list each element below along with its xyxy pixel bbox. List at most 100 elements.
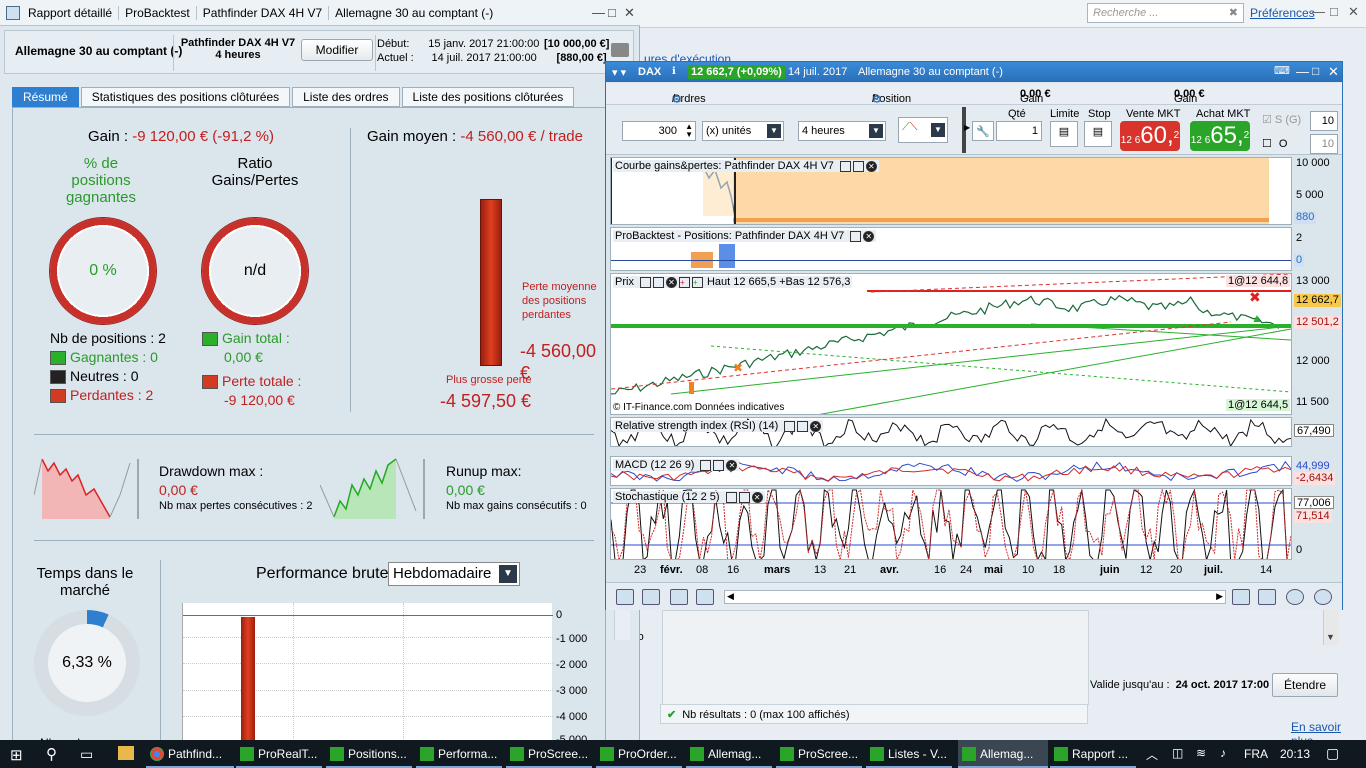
taskbar-item[interactable]: Pathfind... (146, 740, 234, 768)
report-tabs: Résumé Statistiques des positions clôtur… (12, 87, 576, 107)
list-icon[interactable] (670, 589, 688, 605)
weekly-loss-bar (241, 617, 255, 747)
o-checkbox[interactable]: ☐ O (1262, 137, 1287, 150)
scroll-down-icon[interactable]: ▼ (1326, 632, 1335, 642)
printer-icon[interactable] (611, 43, 629, 57)
results-bar: ✔ Nb résultats : 0 (max 100 affichés) (660, 704, 1088, 724)
taskbar-item[interactable]: Rapport ... (1050, 740, 1136, 768)
qty-input[interactable]: 1 (996, 121, 1042, 141)
clear-search-icon[interactable]: ✖ (1229, 6, 1238, 19)
settings-icon[interactable] (696, 589, 714, 605)
search-icon[interactable]: ⚲ (46, 745, 57, 763)
taskbar-item[interactable]: Positions... (326, 740, 412, 768)
backtest-icon[interactable] (642, 589, 660, 605)
taskbar-item[interactable]: ProOrder... (596, 740, 682, 768)
taskbar: ⊞ ⚲ ▭ Pathfind... ProRealT... Positions.… (0, 740, 1366, 768)
wifi-icon[interactable]: ≋ (1196, 746, 1206, 760)
clock[interactable]: 20:13 (1280, 747, 1310, 761)
units-select[interactable]: (x) unités ▼ (702, 121, 784, 141)
symbol-label[interactable]: DAX (638, 66, 661, 78)
buy-market-button[interactable]: 12 665,2 (1190, 121, 1250, 151)
window-icon (713, 459, 725, 471)
network-icon[interactable]: ◫ (1172, 746, 1183, 760)
language-indicator[interactable]: FRA (1244, 747, 1268, 761)
taskbar-item[interactable]: Listes - V... (866, 740, 952, 768)
preferences-link[interactable]: Préférences (1250, 6, 1315, 20)
volume-icon[interactable]: ♪ (1220, 746, 1226, 760)
minimize-icon[interactable]: — (1296, 64, 1309, 79)
stoch-k-tag: 77,006 (1294, 496, 1334, 509)
period-select[interactable]: Hebdomadaire ▼ (388, 562, 520, 586)
collapse-icon[interactable]: ▶ (964, 123, 970, 132)
price-ohlc-info: Haut 12 665,5 +Bas 12 576,3 (706, 276, 851, 288)
tab-closed-stats[interactable]: Statistiques des positions clôturées (80, 87, 291, 107)
taskbar-item[interactable]: ProRealT... (236, 740, 322, 768)
instrument-name: Allemagne 30 au comptant (-) (15, 44, 183, 58)
tray-chevron-icon[interactable]: ︿ (1146, 746, 1158, 763)
buy-label: Achat MKT (1196, 108, 1251, 120)
tab-closed-positions[interactable]: Liste des positions clôturées (401, 87, 575, 107)
taskbar-item[interactable]: ProScree... (506, 740, 592, 768)
scale-icon[interactable] (1232, 589, 1250, 605)
tab-orders[interactable]: Liste des ordres (292, 87, 400, 107)
maximize-icon[interactable]: □ (1312, 64, 1319, 78)
modify-button[interactable]: Modifier (301, 39, 373, 61)
indicator-icon[interactable] (616, 589, 634, 605)
stop-order-icon[interactable]: ▤ (1084, 121, 1112, 147)
valid-until: Valide jusqu'au :24 oct. 2017 17:00 (1090, 679, 1270, 691)
s-checkbox[interactable]: ☑ S (G) (1262, 113, 1301, 126)
chevron-down-icon[interactable]: ▼ (499, 565, 517, 583)
max-loss-value: -4 597,50 € (440, 391, 532, 411)
close-icon[interactable]: ✕ (1328, 64, 1339, 80)
search-input[interactable]: Recherche ... ✖ (1087, 3, 1244, 23)
taskbar-item-active[interactable]: Allemag... (958, 740, 1048, 768)
runup-chart (320, 455, 428, 521)
stoch-d-tag: 71,514 (1294, 510, 1332, 523)
menu-icon[interactable]: ▾ ▾ (612, 66, 626, 79)
maximize-icon[interactable]: □ (608, 5, 616, 20)
price-chart: ✖ ✖ ▲ (611, 274, 1291, 414)
wrench-icon (784, 420, 796, 432)
svg-text:▲: ▲ (1251, 311, 1263, 325)
close-icon[interactable]: ✕ (1348, 4, 1359, 20)
winners-legend: Gagnantes : 0 (50, 349, 158, 366)
sell-market-button[interactable]: 12 660,2 (1120, 121, 1180, 151)
chart-type-button[interactable]: ⟋⟍ ▼ (898, 117, 948, 143)
gain-summary: Gain : -9 120,00 € (-91,2 %) (88, 128, 274, 145)
chart-toolbar: ◀ ▶ (606, 582, 1342, 610)
zoom-in-icon[interactable] (1314, 589, 1332, 605)
taskbar-item[interactable]: Allemag... (686, 740, 772, 768)
target-order-tag[interactable]: 1@12 644,5 (1226, 399, 1291, 411)
stop-order-tag[interactable]: 1@12 644,8 (1226, 275, 1291, 287)
taskbar-item[interactable]: ProScree... (776, 740, 862, 768)
zoom-out-icon[interactable] (1286, 589, 1304, 605)
windows-start-icon[interactable]: ⊞ (10, 746, 23, 764)
window-icon (850, 230, 862, 242)
chart-scrollbar[interactable]: ◀ ▶ (724, 590, 1226, 604)
close-icon[interactable]: ✕ (624, 5, 635, 21)
period-select[interactable]: 4 heures ▼ (798, 121, 886, 141)
tab-summary[interactable]: Résumé (12, 87, 79, 107)
limit-order-icon[interactable]: ▤ (1050, 121, 1078, 147)
o-input[interactable]: 10 (1310, 134, 1338, 154)
wrench-icon (725, 491, 737, 503)
notifications-icon[interactable]: ▢ (1326, 745, 1339, 762)
minimize-icon[interactable]: — (592, 5, 605, 20)
time-in-market-gauge: 6,33 % (34, 610, 140, 716)
extend-button[interactable]: Étendre (1272, 673, 1338, 697)
info-icon[interactable]: ℹ (672, 66, 676, 77)
taskbar-item[interactable]: Performa... (416, 740, 502, 768)
maximize-icon[interactable]: □ (1330, 4, 1338, 19)
file-explorer-icon[interactable] (118, 746, 134, 760)
avg-loss-bar (480, 199, 502, 366)
s-input[interactable]: 10 (1310, 111, 1338, 131)
task-view-icon[interactable]: ▭ (80, 746, 93, 763)
minimize-icon[interactable]: — (1312, 4, 1325, 19)
units-stepper[interactable]: 300 ▲ ▼ (622, 121, 696, 141)
zoom-fit-icon[interactable] (1258, 589, 1276, 605)
wrench-icon[interactable]: 🔧 (972, 121, 994, 141)
latent-gain: Gain latent : 0,00 € (1020, 88, 1051, 129)
keyboard-icon[interactable]: ⌨ (1274, 64, 1290, 77)
drawdown-label: Drawdown max : (159, 463, 264, 479)
trading-bar: 300 ▲ ▼ (x) unités ▼ 4 heures ▼ ⟋⟍ ▼ ▶ 🔧 Qté … (606, 105, 1342, 155)
